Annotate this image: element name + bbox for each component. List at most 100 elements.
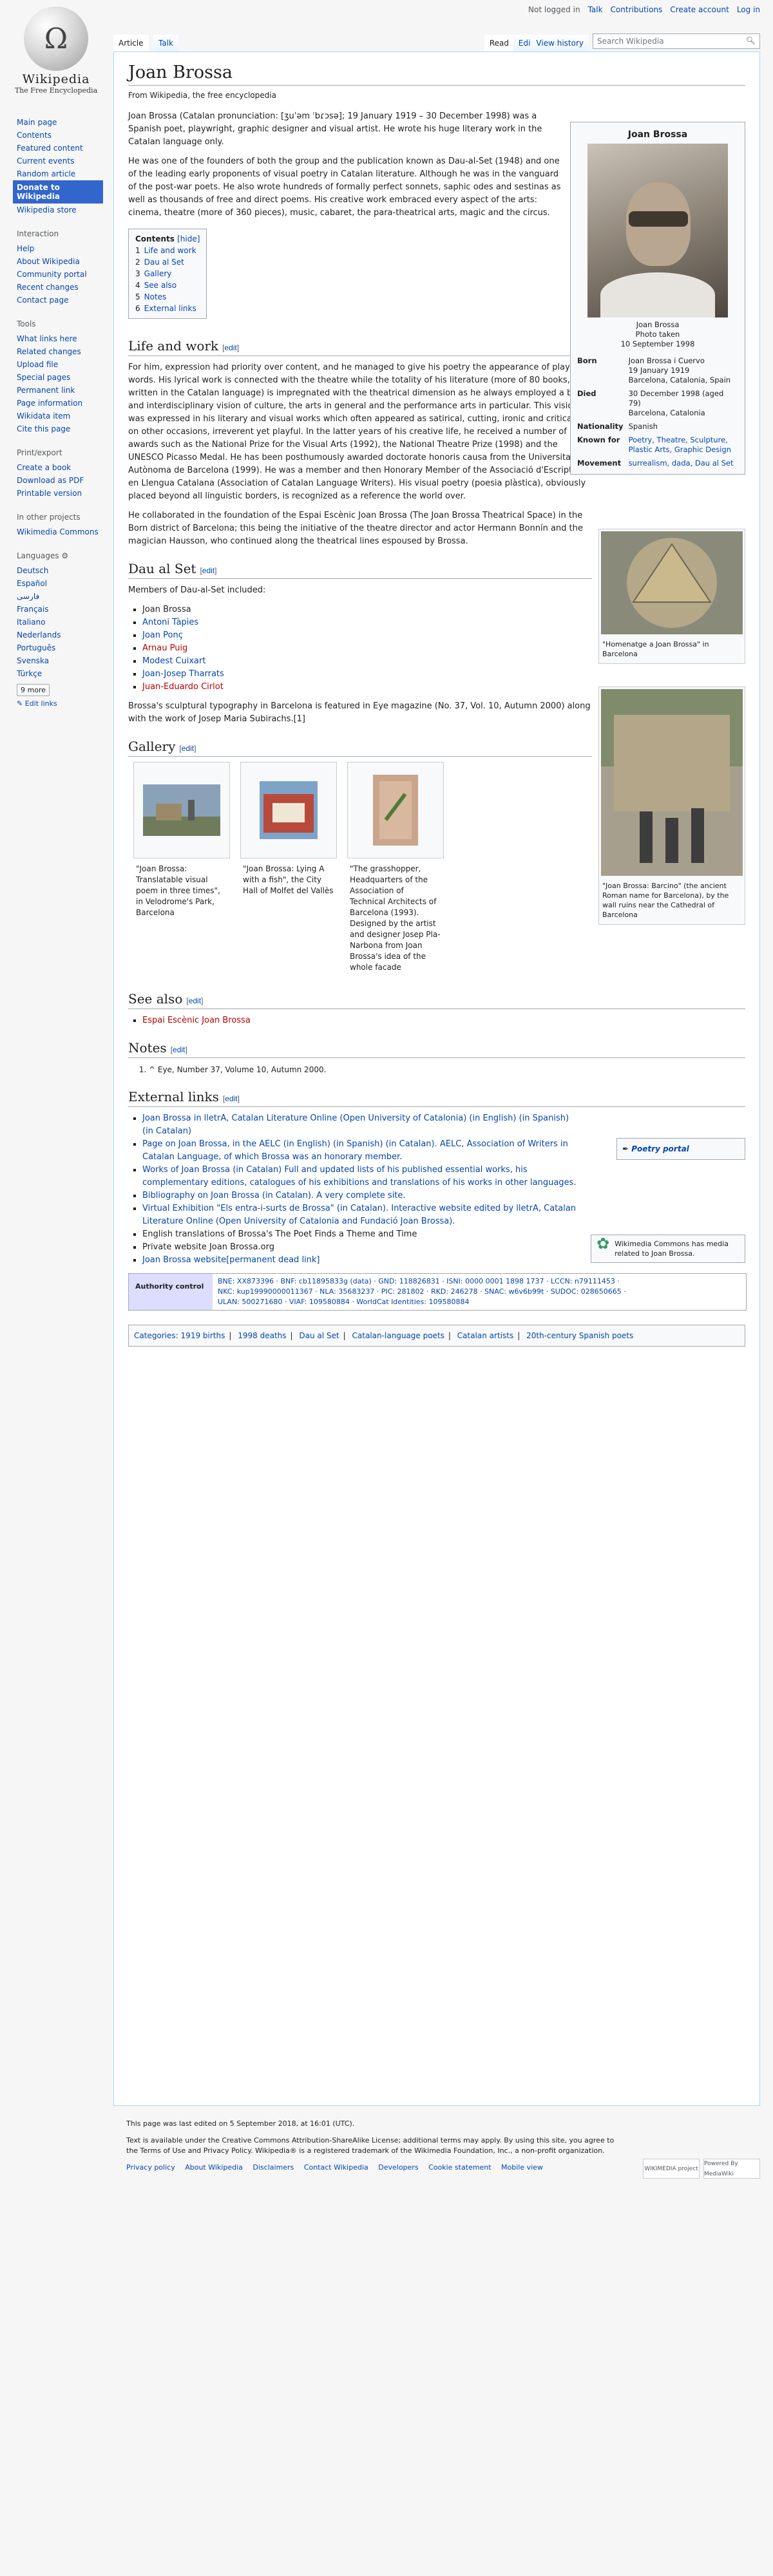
authority-values[interactable]: BNE: XX873396 · BNF: cb11895833g (data) … (213, 1274, 631, 1310)
tab-read[interactable]: Read (484, 35, 514, 52)
edit-section-link[interactable]: edit (224, 343, 236, 352)
list-item[interactable]: Private website Joan Brossa.org (142, 1241, 579, 1254)
sidebar-item-about[interactable]: About Wikipedia (17, 255, 103, 268)
category-link[interactable]: 1919 births (181, 1331, 225, 1340)
wikimedia-badge[interactable]: WIKIMEDIA project (643, 2159, 700, 2179)
toc-item[interactable]: 4 See also (135, 279, 200, 291)
footer-link[interactable]: Developers (378, 2163, 418, 2172)
poetry-portal-box[interactable]: ✒ Poetry portal (616, 1138, 745, 1160)
sidebar-item-help[interactable]: Help (17, 242, 103, 255)
log-in-link[interactable]: Log in (737, 5, 760, 14)
sidebar-item-page-information[interactable]: Page information (17, 397, 103, 410)
category-link[interactable]: Catalan artists (457, 1331, 513, 1340)
lang-item[interactable]: فارسی (17, 590, 103, 603)
sidebar-item-upload-file[interactable]: Upload file (17, 358, 103, 371)
list-item[interactable]: Joan Brossa in lletrA, Catalan Literatur… (142, 1112, 579, 1138)
toc-item[interactable]: 5 Notes (135, 291, 200, 303)
sidebar-item-commons[interactable]: Wikimedia Commons (17, 526, 103, 538)
footer-link[interactable]: Disclaimers (253, 2163, 294, 2172)
category-link[interactable]: 1998 deaths (238, 1331, 286, 1340)
talk-link[interactable]: Talk (588, 5, 603, 14)
lang-item[interactable]: Svenska (17, 654, 103, 667)
footer-link[interactable]: About Wikipedia (185, 2163, 243, 2172)
tab-article[interactable]: Article (113, 35, 149, 52)
thumb-homenatge[interactable]: "Homenatge a Joan Brossa" in Barcelona (598, 529, 745, 664)
sidebar-item-community-portal[interactable]: Community portal (17, 268, 103, 281)
sidebar-item-featured-content[interactable]: Featured content (17, 142, 103, 155)
gallery-item[interactable]: "Joan Brossa: Lying A with a fish", the … (240, 762, 337, 978)
footer-link[interactable]: Mobile view (501, 2163, 543, 2172)
tab-talk[interactable]: Talk (153, 35, 178, 52)
portrait-photo[interactable] (587, 144, 728, 317)
sidebar-item-random-article[interactable]: Random article (17, 167, 103, 180)
sidebar-item-printable-version[interactable]: Printable version (17, 487, 103, 500)
list-item[interactable]: Bibliography on Joan Brossa (in Catalan)… (142, 1189, 579, 1202)
list-item[interactable]: Joan-Josep Tharrats (142, 668, 592, 681)
sidebar-item-related-changes[interactable]: Related changes (17, 345, 103, 358)
edit-section-link[interactable]: edit (202, 566, 215, 575)
sidebar-item-contact[interactable]: Contact page (17, 294, 103, 307)
search-icon[interactable]: 🔍︎ (746, 36, 756, 45)
footer-link[interactable]: Cookie statement (428, 2163, 491, 2172)
edit-section-link[interactable]: edit (189, 996, 201, 1005)
sidebar-item-wikidata-item[interactable]: Wikidata item (17, 410, 103, 422)
lang-item[interactable]: Italiano (17, 616, 103, 629)
commons-box[interactable]: ✿ Wikimedia Commons has media related to… (591, 1235, 745, 1263)
toc-item[interactable]: 3 Gallery (135, 268, 200, 279)
list-item[interactable]: Modest Cuixart (142, 655, 592, 668)
categories-label[interactable]: Categories (134, 1331, 176, 1340)
sidebar-item-cite-this-page[interactable]: Cite this page (17, 422, 103, 435)
sidebar-item-store[interactable]: Wikipedia store (17, 204, 103, 216)
toc-item[interactable]: 1 Life and work (135, 245, 200, 256)
list-item[interactable]: Juan-Eduardo Cirlot (142, 681, 592, 694)
thumb-barcino[interactable]: "Joan Brossa: Barcino" (the ancient Roma… (598, 687, 745, 925)
edit-section-link[interactable]: edit (225, 1094, 237, 1103)
list-item[interactable]: Works of Joan Brossa (in Catalan) Full a… (142, 1164, 579, 1189)
sidebar-item-what-links-here[interactable]: What links here (17, 332, 103, 345)
list-item[interactable]: Arnau Puig (142, 642, 592, 655)
lang-item[interactable]: Français (17, 603, 103, 616)
category-link[interactable]: 20th-century Spanish poets (526, 1331, 633, 1340)
contributions-link[interactable]: Contributions (611, 5, 663, 14)
list-item[interactable]: Virtual Exhibition "Els entra-i-surts de… (142, 1202, 579, 1228)
sidebar-item-main-page[interactable]: Main page (17, 116, 103, 129)
gallery-item[interactable]: "Joan Brossa: Translatable visual poem i… (133, 762, 230, 978)
list-item[interactable]: English translations of Brossa's The Poe… (142, 1228, 579, 1241)
sidebar-item-contents[interactable]: Contents (17, 129, 103, 142)
tab-view-history[interactable]: View history (531, 35, 589, 52)
sidebar-item-donate[interactable]: Donate to Wikipedia (13, 180, 103, 204)
gallery-item[interactable]: "The grasshopper, Headquarters of the As… (347, 762, 444, 978)
list-item[interactable]: Joan Ponç (142, 629, 592, 642)
lang-item[interactable]: Türkçe (17, 667, 103, 680)
search-input[interactable]: Search Wikipedia 🔍︎ (593, 33, 760, 49)
sidebar-item-current-events[interactable]: Current events (17, 155, 103, 167)
toc-item[interactable]: 6 External links (135, 303, 200, 314)
edit-section-link[interactable]: edit (182, 744, 194, 753)
sidebar-item-permanent-link[interactable]: Permanent link (17, 384, 103, 397)
wikipedia-logo[interactable]: Ω Wikipedia The Free Encyclopedia (14, 6, 98, 95)
sidebar-item-recent-changes[interactable]: Recent changes (17, 281, 103, 294)
toc-hide-toggle[interactable]: [hide] (177, 234, 200, 243)
list-item[interactable]: Antoni Tàpies (142, 616, 592, 629)
more-languages-button[interactable]: 9 more (17, 684, 50, 696)
sidebar-item-special-pages[interactable]: Special pages (17, 371, 103, 384)
category-link[interactable]: Dau al Set (299, 1331, 339, 1340)
edit-links-link[interactable]: ✎ Edit links (17, 699, 57, 708)
footer-link[interactable]: Privacy policy (126, 2163, 175, 2172)
category-link[interactable]: Catalan-language poets (352, 1331, 444, 1340)
list-item[interactable]: Joan Brossa website[permanent dead link] (142, 1254, 579, 1267)
lang-item[interactable]: Deutsch (17, 564, 103, 577)
gear-icon[interactable]: ⚙ (61, 551, 68, 560)
edit-section-link[interactable]: edit (173, 1045, 185, 1054)
lang-item[interactable]: Português (17, 641, 103, 654)
lang-item[interactable]: Español (17, 577, 103, 590)
list-item[interactable]: Page on Joan Brossa, in the AELC (in Eng… (142, 1138, 579, 1164)
mediawiki-badge[interactable]: Powered By MediaWiki (703, 2159, 760, 2179)
create-account-link[interactable]: Create account (670, 5, 729, 14)
list-item[interactable]: Espai Escènic Joan Brossa (142, 1014, 745, 1027)
toc-item[interactable]: 2 Dau al Set (135, 256, 200, 268)
sidebar-item-download-pdf[interactable]: Download as PDF (17, 474, 103, 487)
sidebar-item-create-book[interactable]: Create a book (17, 461, 103, 474)
lang-item[interactable]: Nederlands (17, 629, 103, 641)
footer-link[interactable]: Contact Wikipedia (304, 2163, 368, 2172)
